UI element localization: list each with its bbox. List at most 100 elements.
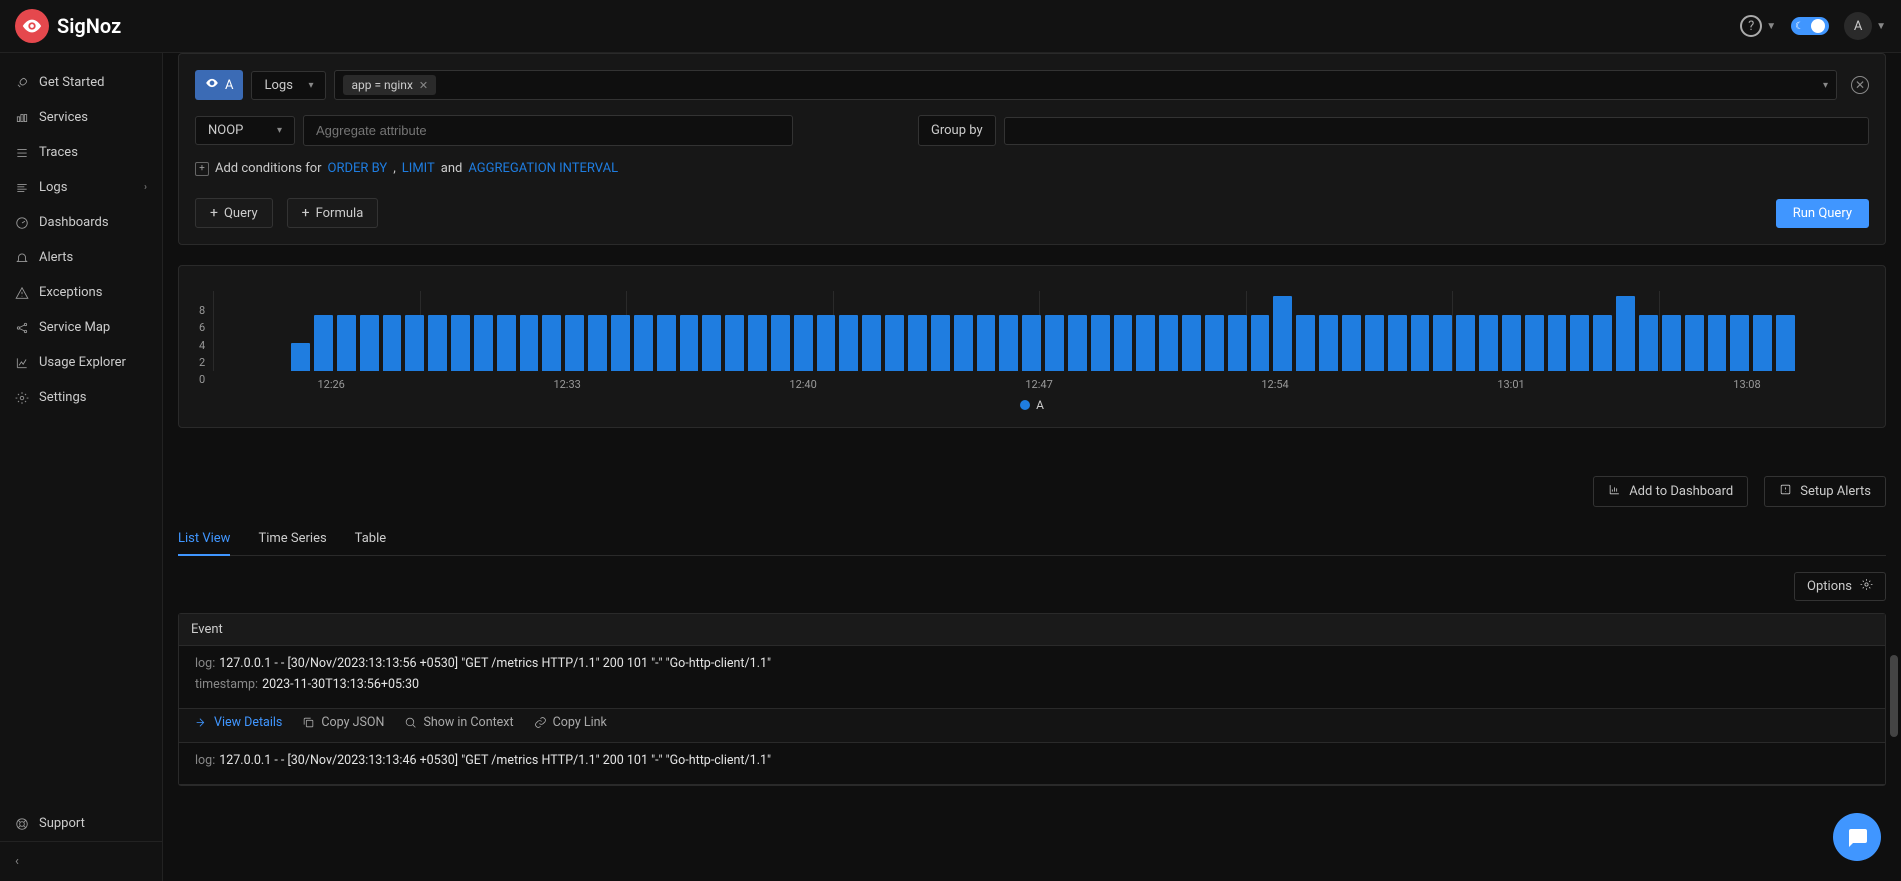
order-by-link[interactable]: ORDER BY bbox=[328, 161, 388, 176]
theme-toggle[interactable]: ☾ bbox=[1791, 17, 1829, 35]
bar[interactable] bbox=[451, 315, 470, 371]
sidebar-item-logs[interactable]: Logs › bbox=[0, 170, 162, 205]
run-query-button[interactable]: Run Query bbox=[1776, 199, 1869, 228]
bar[interactable] bbox=[977, 315, 996, 371]
user-menu[interactable]: A ▼ bbox=[1844, 12, 1886, 40]
bar[interactable] bbox=[1045, 315, 1064, 371]
bar[interactable] bbox=[1388, 315, 1407, 371]
add-formula-button[interactable]: + Formula bbox=[287, 198, 379, 228]
agg-interval-link[interactable]: AGGREGATION INTERVAL bbox=[468, 161, 618, 176]
bar[interactable] bbox=[794, 315, 813, 371]
bar[interactable] bbox=[1365, 315, 1384, 371]
bar[interactable] bbox=[1205, 315, 1224, 371]
bar[interactable] bbox=[474, 315, 493, 371]
bar[interactable] bbox=[588, 315, 607, 371]
bar[interactable] bbox=[1479, 315, 1498, 371]
help-menu[interactable]: ? ▼ bbox=[1740, 15, 1776, 37]
group-by-input[interactable] bbox=[1004, 117, 1869, 145]
sidebar-item-get-started[interactable]: Get Started bbox=[0, 65, 162, 100]
view-details-button[interactable]: View Details bbox=[195, 715, 282, 730]
bar[interactable] bbox=[1182, 315, 1201, 371]
sidebar-item-support[interactable]: Support bbox=[0, 806, 162, 841]
bar[interactable] bbox=[428, 315, 447, 371]
bar[interactable] bbox=[611, 315, 630, 371]
copy-link-button[interactable]: Copy Link bbox=[534, 715, 607, 730]
sidebar-item-traces[interactable]: Traces bbox=[0, 135, 162, 170]
bar[interactable] bbox=[748, 315, 767, 371]
conditions-row[interactable]: + Add conditions for ORDER BY, LIMIT and… bbox=[195, 161, 1869, 176]
bar[interactable] bbox=[1091, 315, 1110, 371]
query-badge[interactable]: A bbox=[195, 70, 243, 100]
bar[interactable] bbox=[1708, 315, 1727, 371]
bar[interactable] bbox=[999, 315, 1018, 371]
bar[interactable] bbox=[1616, 296, 1635, 371]
tab-table[interactable]: Table bbox=[355, 523, 386, 555]
add-to-dashboard-button[interactable]: Add to Dashboard bbox=[1593, 476, 1748, 507]
add-query-button[interactable]: + Query bbox=[195, 198, 273, 228]
bar[interactable] bbox=[657, 315, 676, 371]
close-icon[interactable]: ✕ bbox=[419, 79, 428, 92]
log-row[interactable]: log: 127.0.0.1 - - [30/Nov/2023:13:13:56… bbox=[179, 646, 1885, 709]
bar[interactable] bbox=[839, 315, 858, 371]
bar[interactable] bbox=[291, 343, 310, 371]
bar[interactable] bbox=[1570, 315, 1589, 371]
chart-legend[interactable]: A bbox=[199, 398, 1865, 412]
sidebar-item-exceptions[interactable]: Exceptions bbox=[0, 275, 162, 310]
bar[interactable] bbox=[1068, 315, 1087, 371]
bar[interactable] bbox=[383, 315, 402, 371]
bar[interactable] bbox=[1639, 315, 1658, 371]
collapse-sidebar-button[interactable]: ‹ bbox=[0, 841, 162, 881]
bar[interactable] bbox=[1548, 315, 1567, 371]
sidebar-item-alerts[interactable]: Alerts bbox=[0, 240, 162, 275]
bar[interactable] bbox=[1136, 315, 1155, 371]
sidebar-item-services[interactable]: Services bbox=[0, 100, 162, 135]
copy-json-button[interactable]: Copy JSON bbox=[302, 715, 384, 730]
bar[interactable] bbox=[1319, 315, 1338, 371]
bar[interactable] bbox=[931, 315, 950, 371]
bar[interactable] bbox=[1296, 315, 1315, 371]
bar[interactable] bbox=[1411, 315, 1430, 371]
bar[interactable] bbox=[908, 315, 927, 371]
bar[interactable] bbox=[1433, 315, 1452, 371]
filter-chip[interactable]: app = nginx ✕ bbox=[343, 75, 436, 95]
bar[interactable] bbox=[1730, 315, 1749, 371]
bar[interactable] bbox=[497, 315, 516, 371]
bar[interactable] bbox=[680, 315, 699, 371]
bar[interactable] bbox=[634, 315, 653, 371]
bar[interactable] bbox=[1502, 315, 1521, 371]
bar[interactable] bbox=[725, 315, 744, 371]
bar[interactable] bbox=[1662, 315, 1681, 371]
noop-select[interactable]: NOOP ▾ bbox=[195, 116, 295, 145]
show-context-button[interactable]: Show in Context bbox=[404, 715, 513, 730]
chart-plot[interactable]: 12:2612:3312:4012:4712:5413:0113:08 bbox=[213, 291, 1865, 386]
bar[interactable] bbox=[1456, 315, 1475, 371]
bar[interactable] bbox=[1753, 315, 1772, 371]
bar[interactable] bbox=[817, 315, 836, 371]
bar[interactable] bbox=[1159, 315, 1178, 371]
sidebar-item-settings[interactable]: Settings bbox=[0, 380, 162, 415]
setup-alerts-button[interactable]: Setup Alerts bbox=[1764, 476, 1886, 507]
bar[interactable] bbox=[771, 315, 790, 371]
tab-list-view[interactable]: List View bbox=[178, 523, 230, 556]
bar[interactable] bbox=[1685, 315, 1704, 371]
bar[interactable] bbox=[360, 315, 379, 371]
bar[interactable] bbox=[1342, 315, 1361, 371]
bar[interactable] bbox=[1228, 315, 1247, 371]
scrollbar[interactable] bbox=[1890, 655, 1898, 737]
clear-button[interactable]: ✕ bbox=[1851, 76, 1869, 94]
bar[interactable] bbox=[1776, 315, 1795, 371]
bar[interactable] bbox=[1593, 315, 1612, 371]
bar[interactable] bbox=[1273, 296, 1292, 371]
intercom-button[interactable] bbox=[1833, 813, 1881, 861]
sidebar-item-service-map[interactable]: Service Map bbox=[0, 310, 162, 345]
filter-input[interactable]: app = nginx ✕ ▾ bbox=[334, 70, 1837, 100]
bar[interactable] bbox=[337, 315, 356, 371]
bar[interactable] bbox=[862, 315, 881, 371]
options-button[interactable]: Options bbox=[1794, 572, 1886, 601]
bar[interactable] bbox=[702, 315, 721, 371]
bar[interactable] bbox=[520, 315, 539, 371]
bar[interactable] bbox=[565, 315, 584, 371]
bar[interactable] bbox=[314, 315, 333, 371]
limit-link[interactable]: LIMIT bbox=[402, 161, 435, 176]
source-select[interactable]: Logs ▾ bbox=[251, 71, 326, 100]
